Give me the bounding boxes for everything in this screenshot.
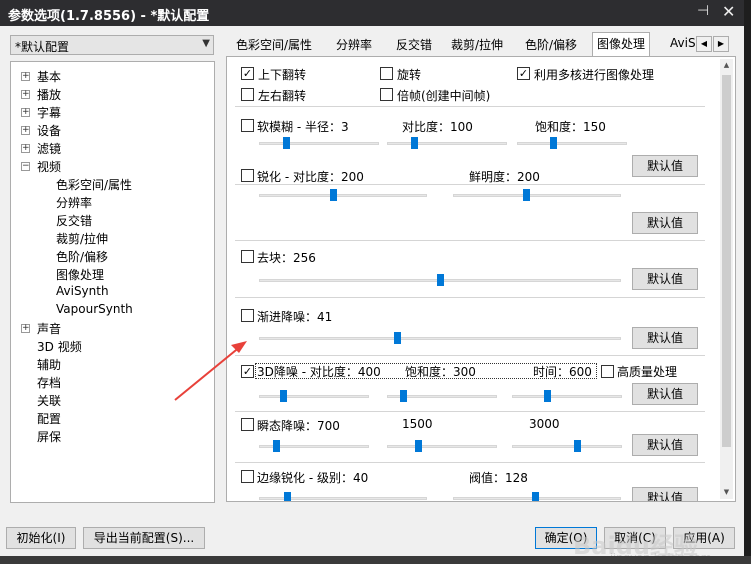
preferences-window: 参数选项(1.7.8556) - *默认配置 ⊣ ✕ *默认配置 ▼ + 基本 + 播… bbox=[0, 0, 744, 564]
background-window-edge bbox=[744, 0, 751, 564]
annotation-arrow-icon bbox=[174, 341, 247, 401]
taskbar bbox=[0, 556, 751, 564]
